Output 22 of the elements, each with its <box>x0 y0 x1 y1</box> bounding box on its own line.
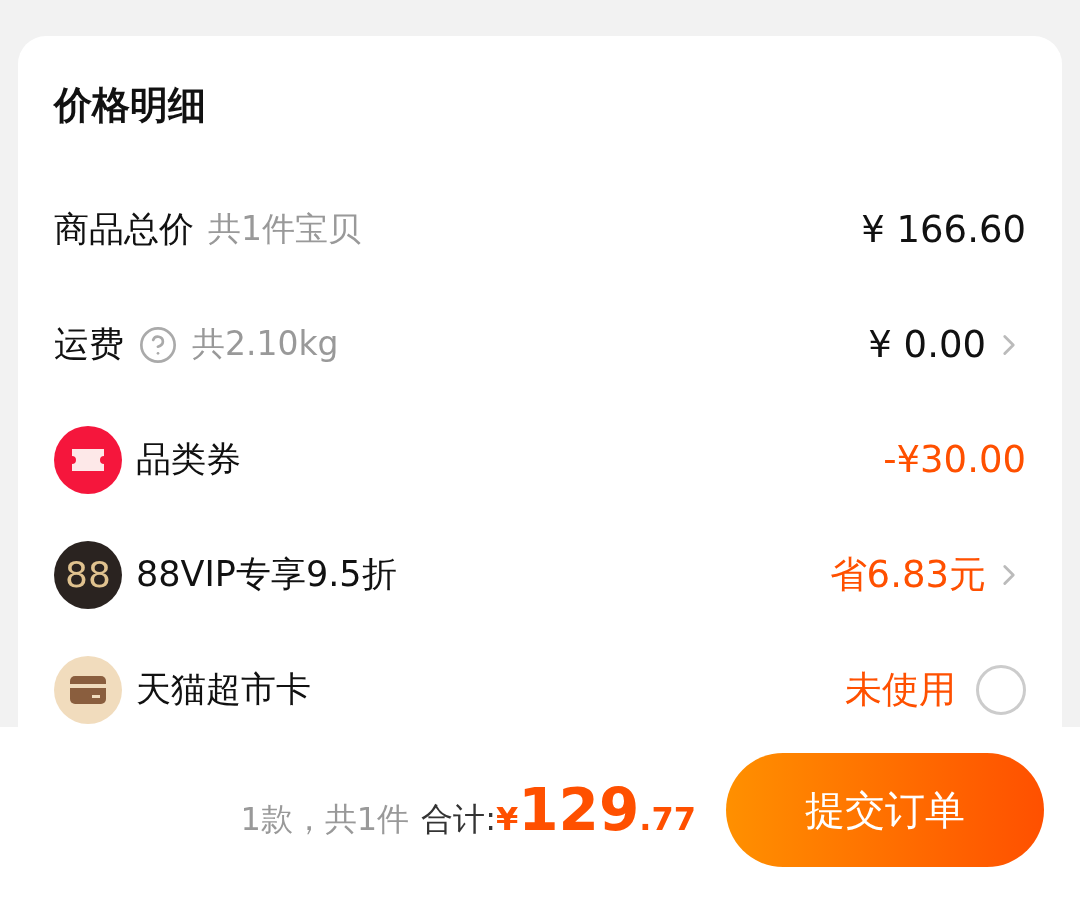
row-label: 88VIP专享9.5折 <box>136 553 397 596</box>
row-value: -¥30.00 <box>883 438 1026 481</box>
row-value: 省6.83元 <box>829 551 986 598</box>
row-value: ¥ 166.60 <box>861 208 1026 251</box>
vip-badge: 88 <box>54 540 122 609</box>
radio-button[interactable] <box>976 664 1026 715</box>
submit-button[interactable]: 提交订单 <box>726 753 1044 867</box>
row-label: 天猫超市卡 <box>136 668 311 711</box>
row-note: 共1件宝贝 <box>208 208 361 250</box>
currency: ¥ <box>495 800 519 838</box>
total-amount: 129 <box>518 776 640 844</box>
row-label: 运费 <box>54 323 124 366</box>
row-value: 未使用 <box>845 666 956 713</box>
row-label: 品类券 <box>136 438 241 481</box>
total-decimal: .77 <box>639 800 696 838</box>
row-value: ¥ 0.00 <box>868 323 986 366</box>
total-label: 合计: <box>421 799 496 840</box>
section-title: 价格明细 <box>54 82 207 129</box>
row-note: 共2.10kg <box>192 323 339 365</box>
help-icon[interactable] <box>138 324 178 365</box>
row-label: 商品总价 <box>54 208 194 251</box>
item-count: 1款，共1件 <box>240 799 410 840</box>
